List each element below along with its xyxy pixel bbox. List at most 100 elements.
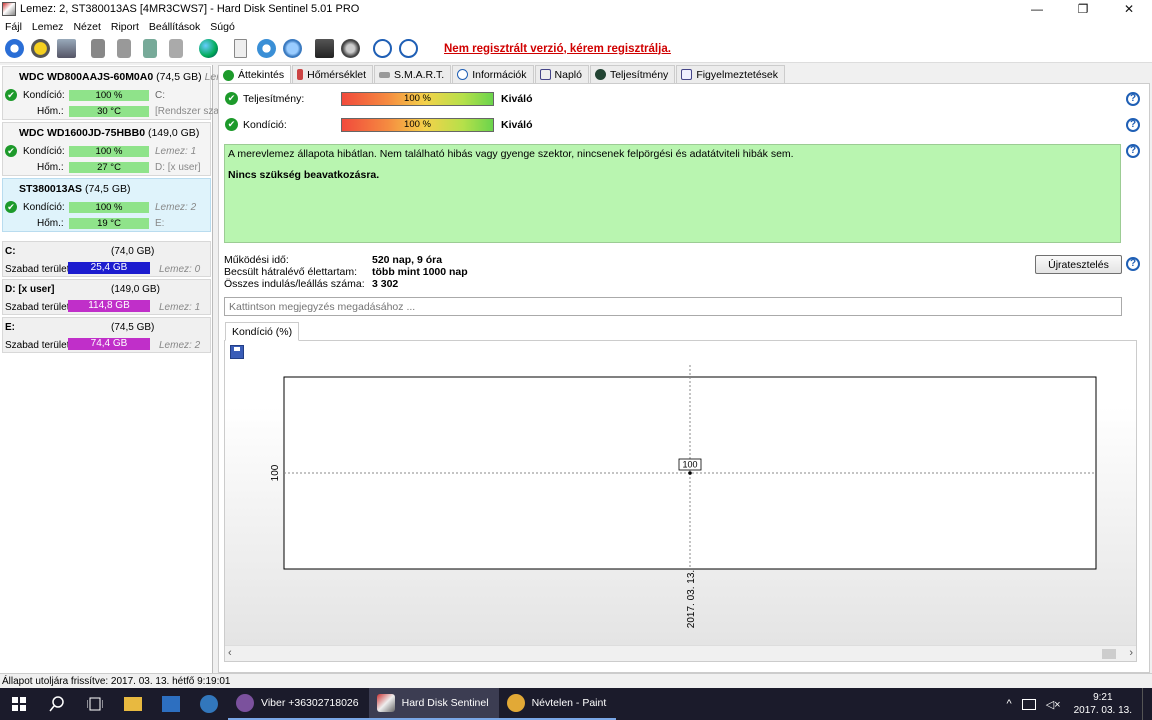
tool-button-4[interactable] [164,37,188,61]
tab-information[interactable]: Információk [452,65,534,83]
network-button[interactable] [280,37,304,61]
tool-button-2[interactable] [112,37,136,61]
menu-disk[interactable]: Lemez [29,21,71,33]
tab-alerts[interactable]: Figyelmeztetések [676,65,786,83]
tab-condition-chart[interactable]: Kondíció (%) [225,322,300,341]
horizontal-scrollbar[interactable]: ‹ › [225,645,1136,661]
document-button[interactable] [228,37,252,61]
windows-icon [12,697,26,711]
note-input[interactable] [224,297,1122,316]
wrench-check-icon [143,39,157,58]
clock[interactable]: 9:21 2017. 03. 13. [1066,691,1140,717]
disk-temp-row: Hőm.: 27 °C D: [x user] [37,162,201,173]
check-icon: ✔ [225,118,238,131]
speaker-button[interactable] [338,37,362,61]
maximize-button[interactable]: ❐ [1060,0,1106,18]
scroll-right-icon[interactable]: › [1129,647,1133,659]
condition-bar: 100 % [69,146,149,157]
speaker-icon [340,39,360,58]
thermometer-icon [297,69,304,80]
chevron-up-icon[interactable]: ^ [1002,698,1017,710]
taskbar-app-viber[interactable]: Viber +36302718026 [228,688,369,720]
disk-name: WDC WD1600JD-75HBB0 (149,0 GB) [19,127,200,139]
taskbar-app-hds[interactable]: Hard Disk Sentinel [368,688,499,720]
free-space-bar: 114,8 GB [68,300,150,312]
disk-condition-row: ✔ Kondíció: 100 % Lemez: 1 [3,145,212,159]
help-icon[interactable]: ? [1126,118,1140,132]
check-icon: ✔ [5,145,17,157]
chart-background: 100 2017. 03. 13. 100 [225,365,1136,645]
menu-view[interactable]: Nézet [70,21,107,33]
wrench-icon [169,39,183,58]
check-icon: ✔ [225,92,238,105]
paint-icon [506,694,525,712]
sync-button[interactable] [254,37,278,61]
sync-icon [256,39,276,58]
tab-overview[interactable]: Áttekintés [218,65,292,84]
wrench-icon [117,39,131,58]
menu-file[interactable]: Fájl [2,21,29,33]
task-view-button[interactable] [76,688,114,720]
toolbar: Nem regisztrált verzió, kérem regisztrál… [0,35,1152,63]
tab-log[interactable]: Napló [534,65,589,83]
volume-muted-icon[interactable]: ◁× [1041,698,1066,711]
help-icon [372,39,392,58]
network-icon[interactable] [1021,698,1036,710]
monitor-icon [314,39,334,58]
disk-item-0[interactable]: WDC WD800AAJS-60M0A0 (74,5 GB) Lemez: ✔ … [2,66,239,120]
tool-button-3[interactable] [138,37,162,61]
smart-icon [379,71,391,78]
help-icon[interactable]: ? [1126,257,1140,271]
check-icon: ✔ [5,89,17,101]
tab-temperature[interactable]: Hőmérséklet [292,65,374,83]
alert-button[interactable] [28,37,52,61]
minimize-button[interactable]: — [1014,0,1060,18]
scroll-thumb[interactable] [1102,649,1116,659]
menu-report[interactable]: Riport [108,21,146,33]
performance-bar: 100 % [341,92,494,106]
info-button[interactable] [396,37,420,61]
status-bar: Állapot utoljára frissítve: 2017. 03. 13… [0,673,1152,688]
tool-button-1[interactable] [86,37,110,61]
condition-bar: 100 % [69,202,149,213]
volume-item-c[interactable]: C: (74,0 GB) Szabad terület 25,4 GB Leme… [2,241,211,277]
tab-performance[interactable]: Teljesítmény [589,65,676,83]
disk-name: ST380013AS (74,5 GB) [19,183,131,195]
chart-area: 100 2017. 03. 13. 100 ‹ › [224,340,1137,662]
disk-name: WDC WD800AAJS-60M0A0 (74,5 GB) Lemez: [19,71,239,83]
monitor-button[interactable] [312,37,336,61]
volume-item-d[interactable]: D: [x user] (149,0 GB) Szabad terület 11… [2,279,211,315]
status-message: A merevlemez állapota hibátlan. Nem talá… [228,148,794,160]
help-icon[interactable]: ? [1126,92,1140,106]
tab-smart[interactable]: S.M.A.R.T. [374,65,452,83]
disk-item-2[interactable]: ST380013AS (74,5 GB) ✔ Kondíció: 100 % L… [2,178,211,232]
condition-chart: 100 2017. 03. 13. 100 [270,365,1097,628]
start-button[interactable] [0,688,38,720]
free-space-bar: 74,4 GB [68,338,150,350]
log-icon [539,69,551,80]
scroll-left-icon[interactable]: ‹ [228,647,232,659]
help-icon[interactable]: ? [1126,144,1140,158]
close-button[interactable]: ✕ [1106,0,1152,18]
app-icon [2,2,16,16]
notifications-icon[interactable] [1142,688,1152,720]
pinned-app-button[interactable] [152,688,190,720]
refresh-button[interactable] [2,37,26,61]
window-title: Lemez: 2, ST380013AS [4MR3CWS7] - Hard D… [20,3,360,15]
taskbar-app-paint[interactable]: Névtelen - Paint [498,688,617,720]
register-link[interactable]: Nem regisztrált verzió, kérem regisztrál… [444,43,671,55]
hds-icon [376,694,395,712]
help-button[interactable] [370,37,394,61]
menu-settings[interactable]: Beállítások [146,21,207,33]
save-icon[interactable] [230,345,244,359]
web-button[interactable] [196,37,220,61]
file-explorer-button[interactable] [114,688,152,720]
edge-button[interactable] [190,688,228,720]
menu-help[interactable]: Súgó [207,21,242,33]
disk-item-1[interactable]: WDC WD1600JD-75HBB0 (149,0 GB) ✔ Kondíci… [2,122,211,176]
report-button[interactable] [54,37,78,61]
retest-button[interactable]: Újratesztelés [1035,255,1122,274]
viber-icon [236,694,254,712]
search-button[interactable] [38,688,76,720]
volume-item-e[interactable]: E: (74,5 GB) Szabad terület 74,4 GB Leme… [2,317,211,353]
